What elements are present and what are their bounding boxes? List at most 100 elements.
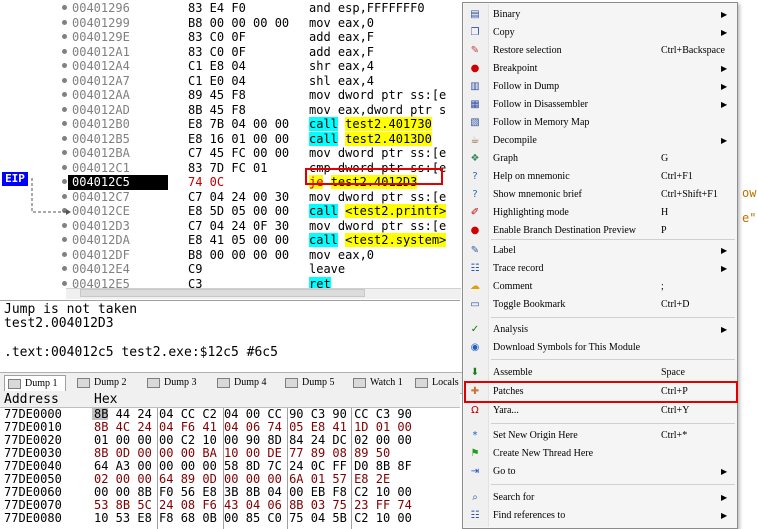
tab-label: Dump 2	[94, 377, 127, 388]
instruction-bytes: 89 45 F8	[188, 88, 246, 102]
row-marker-icon[interactable]	[62, 251, 67, 257]
row-marker-icon[interactable]	[62, 77, 67, 83]
dump-row[interactable]: 77DE0080 10 53 E8 F8 68 0B 00 85 C0 75 04…	[4, 512, 460, 524]
menu-item-set-new-origin-here[interactable]: * Set New Origin Here Ctrl+*	[463, 427, 737, 445]
tab-icon	[8, 379, 21, 389]
call-target[interactable]: <test2.system>	[345, 233, 447, 247]
graph-icon: ❖	[470, 153, 480, 164]
menu-item-search-for[interactable]: ⌕ Search for ▶	[463, 489, 737, 507]
mnemonic-text: shr eax,4	[309, 59, 375, 73]
instruction-address: 004012A4	[72, 59, 130, 73]
dump-icon: ▥	[470, 81, 480, 92]
menu-item-label[interactable]: ✎ Label ▶	[463, 242, 737, 260]
menu-item-highlighting-mode[interactable]: ✐ Highlighting mode H	[463, 204, 737, 222]
instruction-bytes: 83 7D FC 01	[188, 160, 268, 175]
instruction-text: mov dword ptr ss:[e	[309, 190, 446, 205]
menu-item-download-symbols-for-this-module[interactable]: ◉ Download Symbols for This Module	[463, 339, 737, 357]
row-marker-icon[interactable]	[62, 5, 67, 10]
menu-item-assemble[interactable]: ⬇ Assemble Space	[463, 364, 737, 382]
dump-row[interactable]: 77DE0000 8B 44 24 04 CC C2 04 00 CC 90 C3…	[4, 408, 460, 420]
row-marker-icon[interactable]	[62, 34, 67, 39]
dump-hex: 8B 0D 00 00 00 BA 10 00 DE 77 89 08 89 5…	[94, 446, 391, 460]
menu-item-graph[interactable]: ❖ Graph G	[463, 150, 737, 168]
scrollbar-thumb[interactable]	[80, 289, 365, 297]
dump-hex: 53 8B 5C 24 08 F6 43 04 06 8B 03 75 23 F…	[94, 498, 412, 512]
menu-item-trace-record[interactable]: ☷ Trace record ▶	[463, 260, 737, 278]
menu-item-analysis[interactable]: ✓ Analysis ▶	[463, 321, 737, 339]
instruction-address: 004012B0	[72, 117, 130, 131]
menu-item-label: Analysis	[493, 324, 528, 335]
tab-watch-1[interactable]: Watch 1	[350, 375, 406, 391]
call-target[interactable]: test2.4013D0	[345, 131, 432, 146]
instruction-text: and esp,FFFFFFF0	[309, 1, 425, 16]
instruction-text: leave	[309, 262, 345, 277]
menu-item-restore-selection[interactable]: ✎ Restore selection Ctrl+Backspace	[463, 42, 737, 60]
instruction-bytes: E8 41 05 00 00	[188, 233, 290, 247]
menu-item-go-to[interactable]: ⇥ Go to ▶	[463, 463, 737, 481]
row-marker-icon[interactable]	[62, 48, 67, 54]
row-marker-icon[interactable]	[62, 135, 67, 141]
row-marker-icon[interactable]	[62, 106, 67, 112]
menu-separator	[491, 423, 735, 424]
call-target[interactable]: <test2.printf>	[345, 204, 447, 218]
tab-dump-5[interactable]: Dump 5	[282, 375, 344, 391]
instruction-bytes: B8 00 00 00 00	[188, 15, 290, 30]
menu-item-breakpoint[interactable]: ● Breakpoint ▶	[463, 60, 737, 78]
dump-row[interactable]: 77DE0020 01 00 00 00 C2 10 00 90 8D 84 24…	[4, 434, 460, 446]
menu-item-enable-branch-destination-preview[interactable]: ● Enable Branch Destination Preview P	[463, 222, 737, 240]
dump-row[interactable]: 77DE0070 53 8B 5C 24 08 F6 43 04 06 8B 03…	[4, 499, 460, 511]
menu-item-find-references-to[interactable]: ☷ Find references to ▶	[463, 507, 737, 525]
dump-header: Address Hex	[0, 393, 460, 408]
menu-item-label: Set New Origin Here	[493, 430, 578, 441]
menu-item-follow-in-memory-map[interactable]: ▧ Follow in Memory Map	[463, 114, 737, 132]
tab-dump-4[interactable]: Dump 4	[214, 375, 276, 391]
row-marker-icon[interactable]	[62, 121, 67, 126]
context-menu: ▤ Binary ▶ ❐ Copy ▶ ✎ Restore selection Ctrl+Bac…	[462, 2, 738, 529]
tab-dump-1[interactable]: Dump 1	[4, 375, 66, 391]
row-marker-icon[interactable]	[62, 280, 67, 286]
jump-target: test2.004012D3	[4, 316, 114, 331]
row-marker-icon[interactable]	[62, 237, 67, 242]
dump-view[interactable]: 77DE0000 8B 44 24 04 CC C2 04 00 CC 90 C3…	[0, 408, 460, 529]
row-marker-icon[interactable]	[62, 19, 67, 25]
menu-item-label: Label	[493, 245, 516, 256]
menu-item-decompile[interactable]: ☕ Decompile ▶	[463, 132, 737, 150]
menu-item-binary[interactable]: ▤ Binary ▶	[463, 6, 737, 24]
row-marker-icon[interactable]	[62, 63, 67, 68]
call-target[interactable]: test2.401730	[345, 117, 432, 131]
menu-item-create-new-thread-here[interactable]: ⚑ Create New Thread Here	[463, 445, 737, 463]
menu-item-help-on-mnemonic[interactable]: ? Help on mnemonic Ctrl+F1	[463, 168, 737, 186]
mnemonic-text: shl eax,4	[309, 73, 375, 88]
menu-item-follow-in-disassembler[interactable]: ▦ Follow in Disassembler ▶	[463, 96, 737, 114]
highlight-icon: ✐	[470, 207, 480, 218]
tab-dump-3[interactable]: Dump 3	[144, 375, 206, 391]
menu-item-toggle-bookmark[interactable]: ▭ Toggle Bookmark Ctrl+D	[463, 296, 737, 314]
tab-dump-2[interactable]: Dump 2	[74, 375, 136, 391]
menu-item-copy[interactable]: ❐ Copy ▶	[463, 24, 737, 42]
dump-row[interactable]: 77DE0060 00 00 8B F0 56 E8 3B 8B 04 00 EB…	[4, 486, 460, 498]
hex-group-separator	[157, 408, 158, 529]
dump-row[interactable]: 77DE0050 02 00 00 64 89 0D 00 00 00 6A 01…	[4, 473, 460, 485]
row-marker-icon[interactable]	[62, 92, 67, 97]
dump-row[interactable]: 77DE0010 8B 4C 24 04 F6 41 04 06 74 05 E8…	[4, 421, 460, 433]
row-marker-icon[interactable]	[62, 150, 67, 155]
row-marker-icon[interactable]	[62, 266, 67, 271]
dump-row[interactable]: 77DE0030 8B 0D 00 00 00 BA 10 00 DE 77 89…	[4, 447, 460, 459]
instruction-address: 004012BA	[72, 146, 130, 160]
submenu-arrow-icon: ▶	[721, 100, 728, 109]
menu-item-show-mnemonic-brief[interactable]: ? Show mnemonic brief Ctrl+Shift+F1	[463, 186, 737, 204]
branch-icon: ●	[470, 225, 480, 236]
menu-item-yara[interactable]: Ω Yara... Ctrl+Y	[463, 402, 737, 420]
dump-hex: 8B 44 24 04 CC C2 04 00 CC 90 C3 90 CC C…	[94, 407, 412, 421]
menu-item-label: Copy	[493, 27, 515, 38]
tab-locals[interactable]: Locals	[412, 375, 462, 391]
instruction-bytes: B8 00 00 00 00	[188, 247, 290, 262]
je-highlight-box	[305, 168, 443, 185]
menu-item-comment[interactable]: ☁ Comment;	[463, 278, 737, 296]
mnemonic-text: mov dword ptr ss:[e	[309, 189, 447, 204]
symbols-icon: ◉	[470, 342, 480, 353]
menu-item-shortcut: Ctrl+D	[661, 299, 690, 310]
instruction-bytes: 74 0C	[188, 175, 225, 189]
menu-item-follow-in-dump[interactable]: ▥ Follow in Dump ▶	[463, 78, 737, 96]
dump-row[interactable]: 77DE0040 64 A3 00 00 00 00 58 8D 7C 24 0C…	[4, 460, 460, 472]
